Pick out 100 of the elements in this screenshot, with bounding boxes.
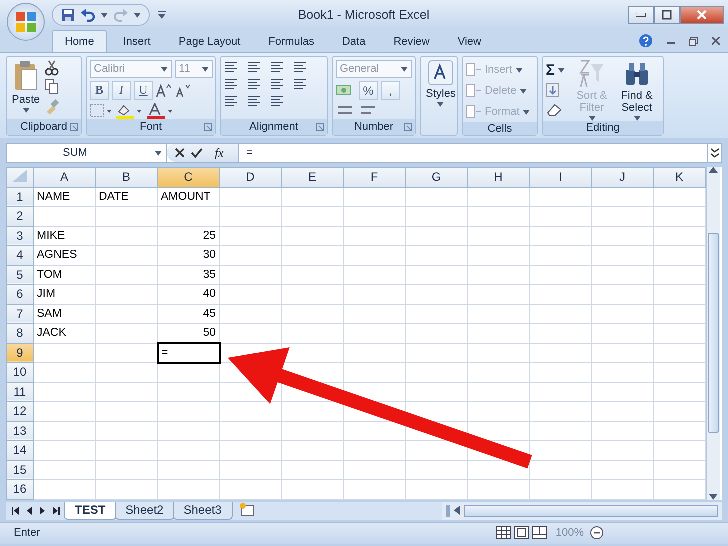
row-header[interactable]: 4 bbox=[6, 246, 34, 265]
formula-field[interactable]: = bbox=[238, 144, 707, 162]
column-header[interactable]: G bbox=[406, 168, 468, 187]
italic-button[interactable]: I bbox=[112, 81, 131, 100]
dialog-launcher-icon[interactable] bbox=[70, 123, 78, 131]
row-header[interactable]: 7 bbox=[6, 304, 34, 324]
undo-icon[interactable] bbox=[81, 8, 95, 22]
column-header[interactable]: F bbox=[344, 168, 406, 187]
help-icon[interactable] bbox=[639, 34, 653, 48]
first-sheet-icon[interactable] bbox=[12, 506, 21, 516]
row-header[interactable]: 2 bbox=[6, 206, 34, 226]
scroll-thumb[interactable] bbox=[708, 233, 719, 434]
save-icon[interactable] bbox=[61, 8, 75, 22]
column-header[interactable]: E bbox=[282, 168, 344, 187]
scroll-thumb[interactable] bbox=[464, 504, 718, 516]
ribbon-tab[interactable]: Page Layout bbox=[166, 32, 253, 52]
checkmark-icon[interactable] bbox=[191, 148, 203, 158]
dialog-launcher-icon[interactable] bbox=[404, 123, 412, 131]
caret-icon[interactable] bbox=[134, 12, 141, 18]
delete-cells-icon bbox=[466, 84, 482, 98]
caret-icon[interactable] bbox=[101, 12, 108, 18]
page-layout-icon[interactable] bbox=[514, 526, 530, 540]
autosum-button[interactable]: Σ bbox=[546, 60, 568, 80]
ribbon-tab[interactable]: Review bbox=[382, 32, 442, 52]
sheet-tab[interactable]: Sheet2 bbox=[114, 502, 175, 520]
row-header[interactable]: 15 bbox=[6, 460, 34, 480]
column-header[interactable]: C bbox=[158, 168, 220, 187]
ribbon-tab[interactable]: View bbox=[446, 32, 494, 52]
page-break-icon[interactable] bbox=[532, 526, 548, 540]
comma-button[interactable]: , bbox=[381, 81, 400, 100]
percent-button[interactable]: % bbox=[359, 81, 378, 100]
ribbon-tab[interactable]: Data bbox=[330, 32, 378, 52]
scissors-icon[interactable] bbox=[45, 60, 60, 76]
font-color-icon[interactable] bbox=[146, 103, 174, 119]
column-header[interactable]: J bbox=[592, 168, 654, 187]
caret-icon[interactable] bbox=[161, 66, 168, 72]
row-header[interactable]: 8 bbox=[6, 324, 34, 343]
next-sheet-icon[interactable] bbox=[38, 506, 47, 516]
caret-icon[interactable] bbox=[401, 66, 408, 72]
column-header[interactable]: D bbox=[220, 168, 282, 187]
binoculars-icon bbox=[624, 60, 650, 88]
row-header[interactable]: 13 bbox=[6, 421, 34, 440]
row-header[interactable]: 16 bbox=[6, 480, 34, 499]
fill-color-icon[interactable] bbox=[115, 103, 143, 119]
underline-button[interactable]: U bbox=[134, 81, 153, 100]
caret-icon[interactable] bbox=[558, 68, 566, 72]
sheet-tab[interactable]: Sheet3 bbox=[172, 502, 233, 520]
close-icon[interactable] bbox=[712, 37, 720, 45]
sheet-tab[interactable]: TEST bbox=[64, 502, 117, 520]
window-title: Book1 - Microsoft Excel bbox=[298, 8, 430, 22]
borders-icon[interactable] bbox=[90, 103, 112, 119]
column-header[interactable]: A bbox=[34, 168, 96, 187]
scroll-left-icon[interactable] bbox=[454, 506, 460, 515]
ribbon-tab[interactable]: Formulas bbox=[256, 32, 326, 52]
scroll-up-icon[interactable] bbox=[709, 167, 718, 173]
caret-icon[interactable] bbox=[155, 150, 162, 156]
table-cell: MIKE bbox=[34, 226, 96, 246]
paste-button[interactable]: Paste bbox=[10, 60, 42, 119]
column-header[interactable]: B bbox=[96, 168, 158, 187]
scroll-down-icon[interactable] bbox=[709, 494, 718, 500]
row-header[interactable]: 6 bbox=[6, 284, 34, 304]
dialog-launcher-icon[interactable] bbox=[316, 123, 324, 131]
maximize-button[interactable] bbox=[654, 6, 680, 24]
caret-icon[interactable] bbox=[202, 66, 209, 72]
minimize-button[interactable] bbox=[628, 6, 654, 24]
previous-sheet-icon[interactable] bbox=[25, 506, 34, 516]
column-header[interactable]: H bbox=[468, 168, 530, 187]
shrink-font-icon[interactable] bbox=[175, 84, 191, 98]
split-handle-icon[interactable] bbox=[446, 504, 450, 516]
close-button[interactable] bbox=[680, 6, 724, 24]
row-header[interactable]: 3 bbox=[6, 226, 34, 246]
dialog-launcher-icon[interactable] bbox=[204, 123, 212, 131]
copy-icon[interactable] bbox=[45, 79, 60, 95]
column-header[interactable]: I bbox=[530, 168, 592, 187]
ribbon-tab[interactable]: Insert bbox=[111, 32, 163, 52]
zoom-out-icon[interactable] bbox=[590, 526, 604, 540]
last-sheet-icon[interactable] bbox=[51, 506, 60, 516]
cancel-icon[interactable] bbox=[175, 148, 185, 158]
row-header[interactable]: 1 bbox=[6, 187, 34, 206]
group-label: Cells bbox=[488, 122, 512, 134]
find-select-button[interactable]: Find & Select bbox=[616, 60, 658, 121]
row-header[interactable]: 11 bbox=[6, 382, 34, 402]
grow-font-icon[interactable] bbox=[156, 84, 172, 98]
name-box[interactable]: SUM bbox=[7, 144, 167, 162]
restore-icon[interactable] bbox=[689, 36, 698, 46]
row-header[interactable]: 5 bbox=[6, 265, 34, 284]
row-header[interactable]: 14 bbox=[6, 440, 34, 460]
caret-icon[interactable] bbox=[437, 102, 444, 107]
expand-icon[interactable] bbox=[710, 148, 718, 158]
ribbon-tab[interactable]: Home bbox=[52, 30, 108, 52]
active-cell[interactable]: = bbox=[158, 343, 220, 362]
bold-button[interactable]: B bbox=[90, 81, 109, 100]
column-header[interactable]: K bbox=[654, 168, 706, 187]
group-label: Editing bbox=[586, 122, 620, 134]
row-header[interactable]: 12 bbox=[6, 402, 34, 421]
row-header[interactable]: 10 bbox=[6, 362, 34, 382]
row-header[interactable]: 9 bbox=[6, 343, 34, 362]
normal-view-icon[interactable] bbox=[496, 526, 512, 540]
caret-icon[interactable] bbox=[22, 108, 30, 113]
customize-icon[interactable] bbox=[158, 11, 166, 19]
